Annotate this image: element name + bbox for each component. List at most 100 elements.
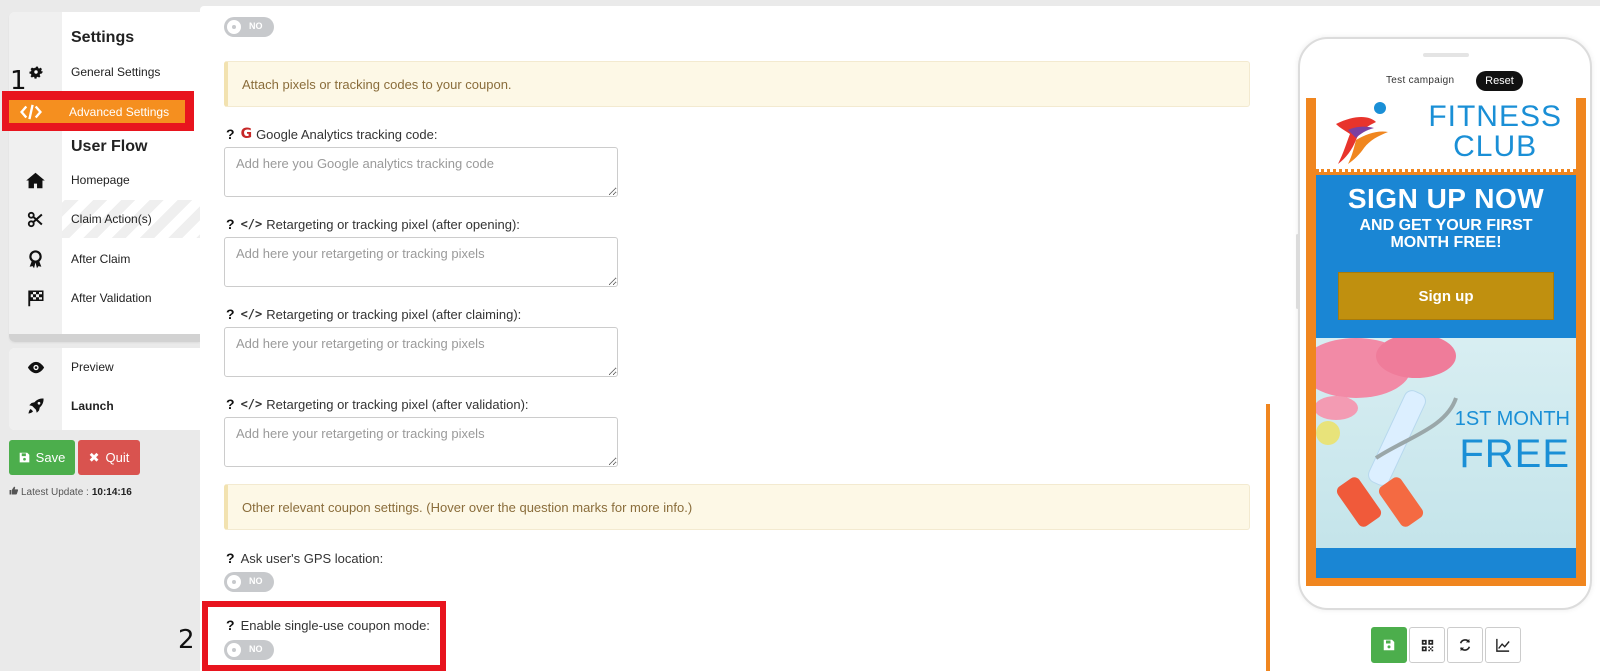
gps-label: ? Ask user's GPS location: — [226, 550, 383, 566]
campaign-content: FITNESS CLUB SIGN UP NOW AND GET YOUR FI… — [1316, 98, 1576, 586]
line-chart-icon — [1496, 638, 1510, 652]
last-update-label: Latest Update : — [21, 486, 89, 498]
logo-area: FITNESS CLUB — [1316, 98, 1576, 172]
field-label-text: Retargeting or tracking pixel (after val… — [266, 396, 529, 412]
campaign-footer — [1316, 548, 1576, 578]
logo-line-1: FITNESS — [1428, 100, 1562, 133]
scroll-indicator[interactable] — [1266, 404, 1270, 671]
signup-block: SIGN UP NOW AND GET YOUR FIRST MONTH FRE… — [1316, 175, 1576, 338]
preview-screen: Test campaign Reset FITNESS CLUB SIGN UP… — [1306, 66, 1586, 586]
sidebar-item-after-claim[interactable]: After Claim — [9, 240, 200, 278]
stats-button[interactable] — [1485, 627, 1521, 663]
close-icon: ✖ — [88, 449, 100, 465]
sidebar-item-preview[interactable]: Preview — [9, 348, 200, 386]
phone-side-button — [1296, 234, 1299, 309]
eye-icon — [9, 361, 62, 374]
pixel-claiming-input[interactable] — [224, 327, 618, 377]
toggle-knob — [227, 20, 241, 34]
single-use-toggle[interactable]: NO — [224, 640, 274, 660]
quit-button-label: Quit — [105, 450, 130, 465]
settings-heading: Settings — [71, 29, 135, 46]
tracking-notice: Attach pixels or tracking codes to your … — [224, 61, 1250, 107]
pixel-opening-input[interactable] — [224, 237, 618, 287]
save-button-label: Save — [35, 450, 66, 465]
help-icon[interactable]: ? — [226, 216, 235, 232]
promo-big-text: FREE — [1459, 432, 1570, 476]
top-toggle[interactable]: NO — [224, 17, 274, 37]
last-update: Latest Update : 10:14:16 — [9, 486, 132, 498]
sidebar-item-label: Preview — [71, 360, 114, 374]
help-icon[interactable]: ? — [226, 126, 235, 142]
qr-code-icon — [1421, 639, 1433, 651]
logo-line-2: CLUB — [1453, 130, 1538, 163]
qr-code-button[interactable] — [1409, 627, 1445, 663]
signup-button[interactable]: Sign up — [1338, 272, 1554, 320]
field-label-text: Retargeting or tracking pixel (after cla… — [266, 306, 522, 322]
award-icon — [9, 249, 62, 269]
sidebar-item-general-settings[interactable]: General Settings — [9, 53, 200, 91]
sidebar-item-claim-actions[interactable]: Claim Action(s) — [9, 200, 200, 238]
pixel-validation-input[interactable] — [224, 417, 618, 467]
toggle-text: NO — [249, 21, 263, 31]
sidebar-nav: Settings General Settings User Flow Home… — [9, 12, 200, 342]
fitness-photo: 1ST MONTH FREE — [1316, 338, 1576, 548]
single-use-highlight — [202, 601, 446, 671]
campaign-name: Test campaign — [1386, 75, 1455, 86]
field-label-text: Google Analytics tracking code: — [256, 126, 438, 142]
pixel-validation-label: ? </> Retargeting or tracking pixel (aft… — [226, 396, 529, 412]
sidebar-item-label: General Settings — [71, 65, 161, 79]
sidebar-item-homepage[interactable]: Homepage — [9, 161, 200, 199]
sidebar-item-label: Homepage — [71, 173, 130, 187]
sidebar-item-label: Claim Action(s) — [71, 212, 152, 226]
sidebar-item-launch[interactable]: Launch — [9, 387, 200, 425]
logo-text: FITNESS CLUB — [1428, 102, 1562, 162]
help-icon[interactable]: ? — [226, 306, 235, 322]
sidebar-item-label: After Claim — [71, 252, 131, 266]
gps-toggle[interactable]: NO — [224, 572, 274, 592]
sidebar-divider — [9, 334, 200, 342]
save-button[interactable]: Save — [9, 440, 75, 475]
help-icon[interactable]: ? — [226, 396, 235, 412]
help-icon[interactable]: ? — [226, 550, 235, 566]
sidebar-item-label: After Validation — [71, 291, 152, 305]
toggle-text: NO — [249, 576, 263, 586]
rocket-icon — [9, 397, 62, 415]
reset-button[interactable]: Reset — [1476, 71, 1523, 91]
help-icon[interactable]: ? — [226, 617, 235, 633]
refresh-button[interactable] — [1447, 627, 1483, 663]
field-label-text: Enable single-use coupon mode: — [240, 617, 430, 633]
signup-subheadline: AND GET YOUR FIRST MONTH FREE! — [1359, 217, 1533, 251]
annotation-mark-1: 1 — [10, 66, 27, 96]
phone-speaker — [1423, 53, 1469, 57]
thumbs-up-icon — [9, 486, 19, 498]
floppy-icon — [19, 452, 29, 463]
field-label-text: Retargeting or tracking pixel (after ope… — [266, 216, 520, 232]
checkered-flag-icon — [9, 289, 62, 307]
signup-headline: SIGN UP NOW — [1347, 183, 1545, 214]
home-icon — [9, 172, 62, 189]
promo-small-text: 1ST MONTH — [1454, 408, 1570, 430]
google-icon: G — [240, 126, 253, 142]
refresh-icon — [1459, 638, 1471, 652]
ga-tracking-input[interactable] — [224, 147, 618, 197]
toggle-text: NO — [249, 644, 263, 654]
code-icon: </> — [240, 397, 263, 411]
quit-button[interactable]: ✖ Quit — [78, 440, 140, 475]
code-icon: </> — [240, 307, 263, 321]
sidebar-item-after-validation[interactable]: After Validation — [9, 279, 200, 317]
other-settings-notice: Other relevant coupon settings. (Hover o… — [224, 484, 1250, 530]
sidebar-item-advanced-settings[interactable]: Advanced Settings — [9, 100, 185, 123]
toggle-knob — [227, 643, 241, 657]
code-icon — [9, 104, 53, 120]
mobile-preview: Test campaign Reset FITNESS CLUB SIGN UP… — [1296, 37, 1592, 610]
field-label-text: Ask user's GPS location: — [240, 550, 384, 566]
pixel-opening-label: ? </> Retargeting or tracking pixel (aft… — [226, 216, 520, 232]
single-use-label: ? Enable single-use coupon mode: — [226, 617, 430, 633]
user-flow-heading: User Flow — [71, 138, 148, 155]
last-update-time: 10:14:16 — [91, 486, 132, 498]
sidebar-item-label: Launch — [71, 399, 114, 413]
floppy-icon — [1383, 639, 1395, 651]
toggle-knob — [227, 575, 241, 589]
preview-save-button[interactable] — [1371, 627, 1407, 663]
ga-tracking-label: ? G Google Analytics tracking code: — [226, 126, 437, 142]
